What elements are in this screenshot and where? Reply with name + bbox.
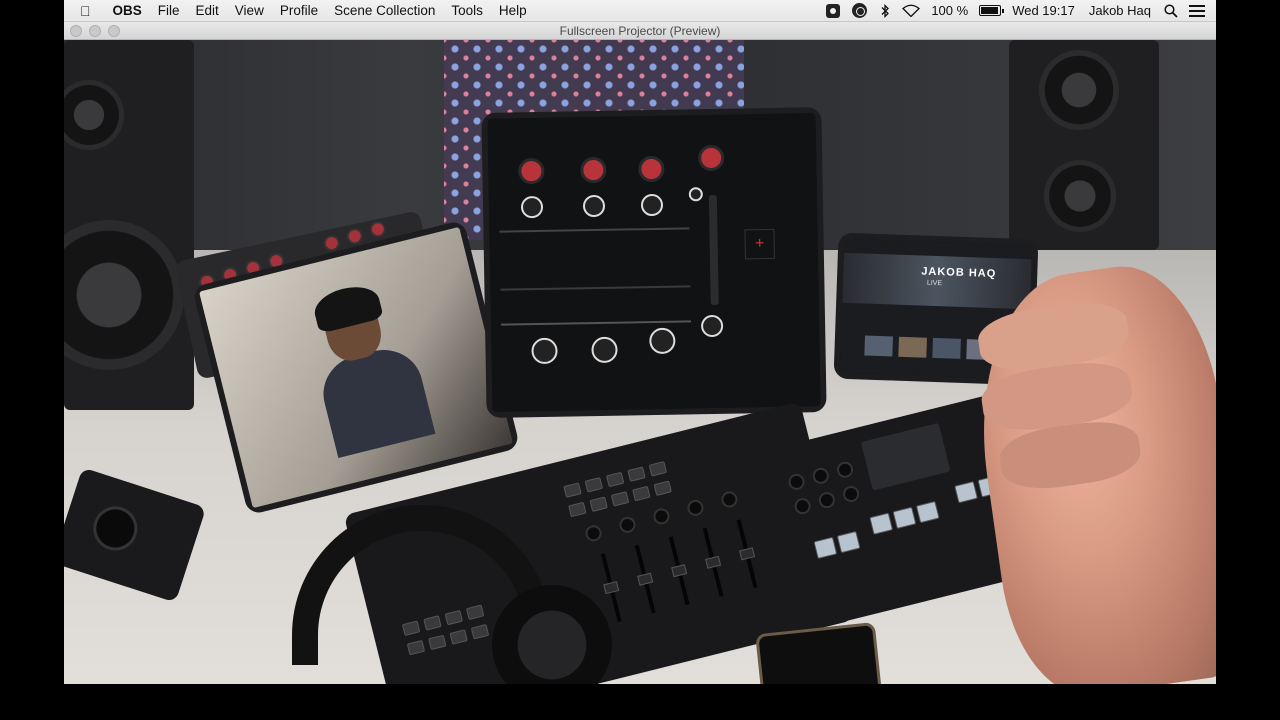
menubar-clock[interactable]: Wed 19:17	[1005, 3, 1082, 18]
screen-recorder-icon[interactable]	[820, 0, 846, 22]
wifi-icon[interactable]	[898, 0, 924, 22]
person-on-camera	[301, 280, 436, 458]
mixer-tablet: +	[481, 107, 827, 418]
zoom-button[interactable]	[108, 25, 120, 37]
menu-help[interactable]: Help	[491, 0, 535, 22]
channel-banner-sub: LIVE	[926, 279, 943, 288]
left-speaker	[64, 40, 194, 410]
apple-menu-icon[interactable]: 	[64, 0, 105, 22]
search-icon[interactable]	[1158, 0, 1184, 22]
menu-scene-collection[interactable]: Scene Collection	[326, 0, 443, 22]
right-speaker	[1009, 40, 1159, 250]
menu-edit[interactable]: Edit	[188, 0, 227, 22]
menu-tools[interactable]: Tools	[443, 0, 491, 22]
battery-percent: 100 %	[931, 3, 969, 18]
menu-profile[interactable]: Profile	[272, 0, 326, 22]
window-titlebar[interactable]: Fullscreen Projector (Preview)	[64, 22, 1216, 40]
menu-file[interactable]: File	[150, 0, 188, 22]
bluetooth-icon[interactable]	[872, 0, 898, 22]
channel-banner-text: JAKOB HAQ	[921, 265, 997, 281]
menu-view[interactable]: View	[227, 0, 272, 22]
screen:  OBS File Edit View Profile Scene Colle…	[64, 0, 1216, 684]
app-menu[interactable]: OBS	[105, 0, 150, 22]
minimize-button[interactable]	[89, 25, 101, 37]
obs-status-icon[interactable]	[846, 0, 872, 22]
menubar-user[interactable]: Jakob Haq	[1082, 3, 1158, 18]
control-center-icon[interactable]	[1184, 0, 1210, 22]
mixer-app-screen: +	[487, 113, 821, 412]
projector-preview: + JAKOB HAQ LIVE	[64, 40, 1216, 684]
window-controls	[70, 25, 120, 37]
menu-bar:  OBS File Edit View Profile Scene Colle…	[64, 0, 1216, 22]
close-button[interactable]	[70, 25, 82, 37]
window-title: Fullscreen Projector (Preview)	[559, 23, 721, 38]
battery-icon[interactable]	[975, 0, 1005, 22]
headphones	[272, 505, 612, 684]
